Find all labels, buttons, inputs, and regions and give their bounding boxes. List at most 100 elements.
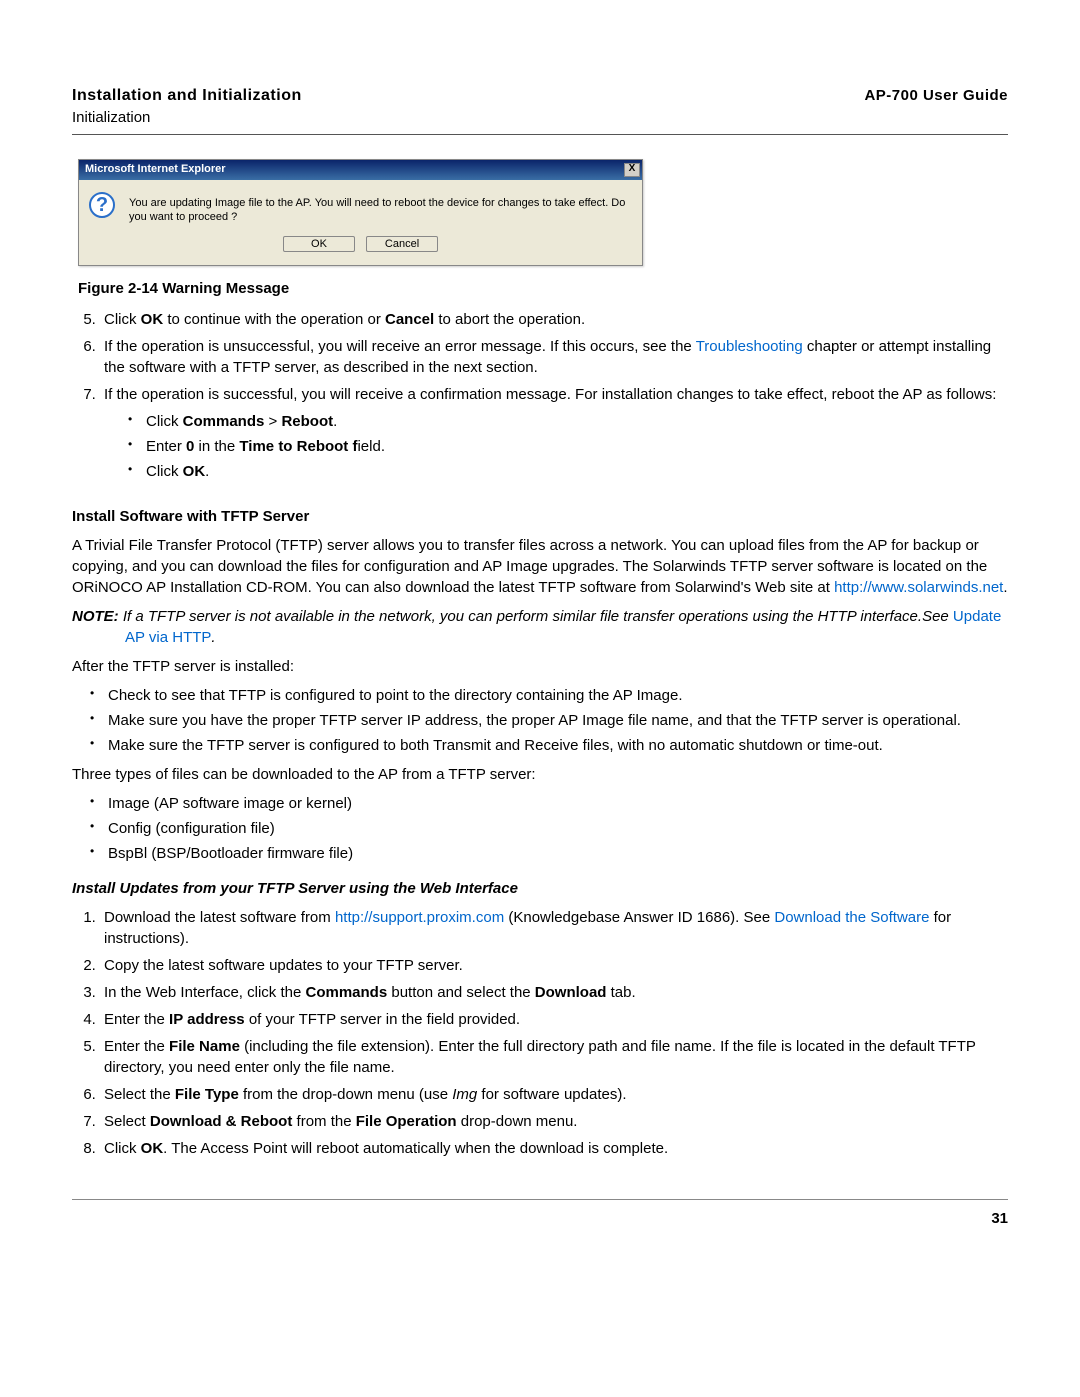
- dialog-buttons: OK Cancel: [79, 230, 642, 264]
- web-steps-list: Download the latest software from http:/…: [72, 907, 1008, 1159]
- text: Click: [146, 463, 183, 480]
- cancel-button[interactable]: Cancel: [366, 236, 438, 252]
- web-step-3: In the Web Interface, click the Commands…: [100, 982, 1008, 1003]
- text: Click: [104, 311, 141, 328]
- text: ield.: [357, 438, 385, 455]
- text: for software updates).: [477, 1086, 626, 1103]
- web-interface-heading: Install Updates from your TFTP Server us…: [72, 878, 1008, 899]
- text: If the operation is unsuccessful, you wi…: [104, 338, 696, 355]
- note-text: .: [211, 629, 215, 646]
- italic: Img: [452, 1086, 477, 1103]
- figure-caption: Figure 2-14 Warning Message: [78, 278, 1008, 299]
- text: In the Web Interface, click the: [104, 984, 306, 1001]
- types-list: Image (AP software image or kernel) Conf…: [72, 793, 1008, 864]
- bold-ok: OK: [141, 311, 164, 328]
- web-step-4: Enter the IP address of your TFTP server…: [100, 1009, 1008, 1030]
- note-label: NOTE:: [72, 608, 123, 625]
- dialog-body: ? You are updating Image file to the AP.…: [79, 180, 642, 231]
- after-install-text: After the TFTP server is installed:: [72, 656, 1008, 677]
- text: . The Access Point will reboot automatic…: [163, 1140, 668, 1157]
- list-item: Make sure the TFTP server is configured …: [90, 735, 1008, 756]
- bold: Commands: [183, 413, 265, 430]
- step-6: If the operation is unsuccessful, you wi…: [100, 336, 1008, 378]
- substep: Click OK.: [128, 461, 1008, 482]
- text: Select the: [104, 1086, 175, 1103]
- text: (Knowledgebase Answer ID 1686). See: [504, 909, 774, 926]
- bold: Download & Reboot: [150, 1113, 293, 1130]
- text: from the: [292, 1113, 355, 1130]
- text: Click: [146, 413, 183, 430]
- note-block: NOTE: If a TFTP server is not available …: [72, 606, 1008, 648]
- text: Select: [104, 1113, 150, 1130]
- bold: Reboot: [281, 413, 333, 430]
- text: .: [205, 463, 209, 480]
- bold: File Operation: [356, 1113, 457, 1130]
- close-icon[interactable]: X: [624, 163, 640, 177]
- text: tab.: [606, 984, 635, 1001]
- list-item: Config (configuration file): [90, 818, 1008, 839]
- step-5: Click OK to continue with the operation …: [100, 309, 1008, 330]
- list-item: Make sure you have the proper TFTP serve…: [90, 710, 1008, 731]
- text: Enter the: [104, 1038, 169, 1055]
- text: drop-down menu.: [457, 1113, 578, 1130]
- step-7: If the operation is successful, you will…: [100, 384, 1008, 482]
- three-types-text: Three types of files can be downloaded t…: [72, 764, 1008, 785]
- substep: Click Commands > Reboot.: [128, 411, 1008, 432]
- chapter-subtitle: Initialization: [72, 107, 302, 128]
- warning-dialog: Microsoft Internet Explorer X ? You are …: [78, 159, 643, 265]
- note-text: If a TFTP server is not available in the…: [123, 608, 953, 625]
- text: Enter the: [104, 1011, 169, 1028]
- web-step-8: Click OK. The Access Point will reboot a…: [100, 1138, 1008, 1159]
- bold: Commands: [306, 984, 388, 1001]
- steps-list: Click OK to continue with the operation …: [72, 309, 1008, 482]
- text: in the: [194, 438, 239, 455]
- chapter-title: Installation and Initialization: [72, 85, 302, 107]
- bold: Download: [535, 984, 607, 1001]
- bold-cancel: Cancel: [385, 311, 434, 328]
- download-software-link[interactable]: Download the Software: [774, 909, 929, 926]
- bold: OK: [141, 1140, 164, 1157]
- question-icon: ?: [89, 192, 115, 218]
- ok-button[interactable]: OK: [283, 236, 355, 252]
- bold: OK: [183, 463, 206, 480]
- checks-list: Check to see that TFTP is configured to …: [72, 685, 1008, 756]
- text: .: [1003, 579, 1007, 596]
- troubleshooting-link[interactable]: Troubleshooting: [696, 338, 803, 355]
- list-item: Check to see that TFTP is configured to …: [90, 685, 1008, 706]
- text: of your TFTP server in the field provide…: [245, 1011, 520, 1028]
- bold: File Type: [175, 1086, 239, 1103]
- text: >: [264, 413, 281, 430]
- text: Click: [104, 1140, 141, 1157]
- dialog-message: You are updating Image file to the AP. Y…: [129, 192, 632, 225]
- dialog-title: Microsoft Internet Explorer: [85, 162, 226, 177]
- proxim-link[interactable]: http://support.proxim.com: [335, 909, 504, 926]
- text: If the operation is successful, you will…: [104, 386, 996, 403]
- step-7-sublist: Click Commands > Reboot. Enter 0 in the …: [104, 411, 1008, 482]
- page-number: 31: [72, 1208, 1008, 1229]
- text: from the drop-down menu (use: [239, 1086, 452, 1103]
- web-step-2: Copy the latest software updates to your…: [100, 955, 1008, 976]
- tftp-heading: Install Software with TFTP Server: [72, 506, 1008, 527]
- text: .: [333, 413, 337, 430]
- bold: File Name: [169, 1038, 240, 1055]
- substep: Enter 0 in the Time to Reboot field.: [128, 436, 1008, 457]
- footer-rule: [72, 1199, 1008, 1200]
- web-step-5: Enter the File Name (including the file …: [100, 1036, 1008, 1078]
- text: Download the latest software from: [104, 909, 335, 926]
- text: to abort the operation.: [434, 311, 585, 328]
- guide-name: AP-700 User Guide: [864, 85, 1008, 106]
- web-step-6: Select the File Type from the drop-down …: [100, 1084, 1008, 1105]
- page-header: Installation and Initialization Initiali…: [72, 85, 1008, 128]
- header-rule: [72, 134, 1008, 135]
- text: to continue with the operation or: [163, 311, 385, 328]
- bold: Time to Reboot f: [239, 438, 357, 455]
- list-item: Image (AP software image or kernel): [90, 793, 1008, 814]
- bold: IP address: [169, 1011, 245, 1028]
- web-step-7: Select Download & Reboot from the File O…: [100, 1111, 1008, 1132]
- header-left: Installation and Initialization Initiali…: [72, 85, 302, 128]
- list-item: BspBl (BSP/Bootloader firmware file): [90, 843, 1008, 864]
- tftp-paragraph: A Trivial File Transfer Protocol (TFTP) …: [72, 535, 1008, 598]
- text: Enter: [146, 438, 186, 455]
- web-step-1: Download the latest software from http:/…: [100, 907, 1008, 949]
- solarwinds-link[interactable]: http://www.solarwinds.net: [834, 579, 1003, 596]
